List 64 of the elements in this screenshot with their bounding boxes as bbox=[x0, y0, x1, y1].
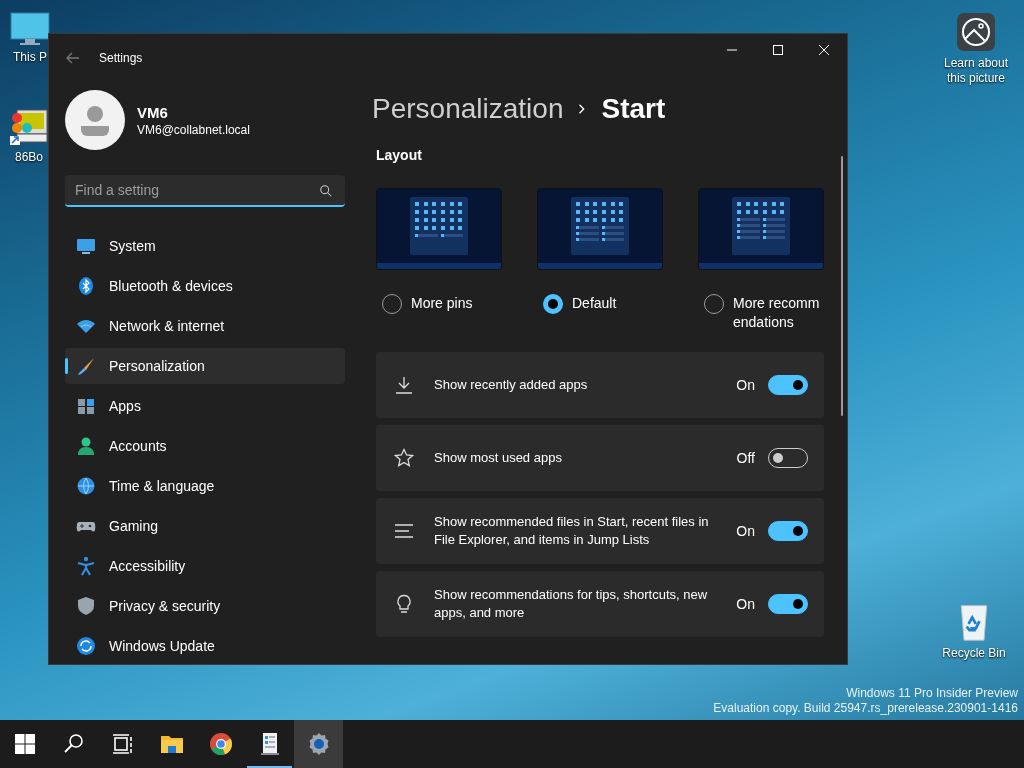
sidebar-item[interactable]: Accounts bbox=[65, 428, 345, 464]
sidebar-item[interactable]: System bbox=[65, 228, 345, 264]
setting-label: Show recommendations for tips, shortcuts, new apps, and more bbox=[434, 586, 709, 622]
download-icon bbox=[394, 375, 414, 395]
sidebar-item[interactable]: Personalization bbox=[65, 348, 345, 384]
settings-icon bbox=[306, 732, 331, 756]
layout-preview[interactable] bbox=[537, 188, 663, 270]
apps-grid-icon bbox=[76, 396, 96, 416]
sidebar-item[interactable]: Accessibility bbox=[65, 548, 345, 584]
sidebar-item[interactable]: Bluetooth & devices bbox=[65, 268, 345, 304]
person-icon bbox=[76, 436, 96, 456]
star-icon bbox=[394, 448, 414, 468]
radio-button[interactable] bbox=[543, 294, 563, 314]
scrollbar[interactable] bbox=[841, 156, 843, 416]
breadcrumb-parent[interactable]: Personalization bbox=[372, 93, 564, 125]
toggle-switch[interactable] bbox=[768, 375, 808, 395]
monitor-icon bbox=[76, 236, 96, 256]
app-shortcut-icon[interactable] bbox=[9, 106, 49, 146]
sidebar-item[interactable]: Time & language bbox=[65, 468, 345, 504]
watermark-text: Evaluation copy. Build 25947.rs_prerelease.230901-1416 bbox=[713, 701, 1018, 716]
user-email: VM6@collabnet.local bbox=[137, 122, 250, 137]
toggle-state-text: Off bbox=[736, 450, 755, 466]
sidebar-item[interactable]: Network & internet bbox=[65, 308, 345, 344]
avatar-icon bbox=[65, 90, 125, 150]
section-heading: Layout bbox=[376, 146, 423, 164]
task-view-icon bbox=[110, 732, 135, 756]
setting-label: Show most used apps bbox=[434, 449, 563, 467]
layout-preview[interactable] bbox=[376, 188, 502, 270]
radio-label[interactable]: More recommendations bbox=[733, 294, 824, 332]
lightbulb-icon bbox=[394, 594, 414, 614]
monitor-icon[interactable] bbox=[10, 12, 50, 46]
window-title: Settings bbox=[99, 51, 143, 65]
search-field[interactable]: Find a setting bbox=[65, 175, 345, 207]
back-arrow-icon[interactable] bbox=[65, 50, 81, 66]
lines-icon bbox=[394, 521, 414, 541]
bluetooth-icon bbox=[76, 276, 96, 296]
toggle-switch[interactable] bbox=[768, 594, 808, 614]
picture-info-icon[interactable] bbox=[956, 12, 996, 52]
toggle-state-text: On bbox=[736, 377, 755, 393]
watermark-text: Windows 11 Pro Insider Preview bbox=[846, 686, 1018, 701]
user-name: VM6 bbox=[137, 103, 169, 121]
sidebar-item[interactable]: Apps bbox=[65, 388, 345, 424]
sidebar-item[interactable]: Privacy & security bbox=[65, 588, 345, 624]
desktop-icon-label[interactable]: This P bbox=[13, 50, 47, 65]
windows-logo-icon bbox=[12, 732, 37, 756]
desktop-icon-label[interactable]: Learn about this picture bbox=[936, 56, 1016, 86]
browser-icon bbox=[208, 732, 233, 756]
accessibility-icon bbox=[76, 556, 96, 576]
sidebar-item[interactable]: Windows Update bbox=[65, 628, 345, 664]
radio-label[interactable]: More pins bbox=[411, 294, 473, 313]
radio-label[interactable]: Default bbox=[572, 294, 617, 313]
toggle-switch[interactable] bbox=[768, 521, 808, 541]
setting-label: Show recently added apps bbox=[434, 376, 589, 394]
layout-preview[interactable] bbox=[698, 188, 824, 270]
page-title: Start bbox=[601, 93, 666, 125]
toggle-state-text: On bbox=[736, 596, 755, 612]
toggle-state-text: On bbox=[736, 523, 755, 539]
setting-label: Show recommended files in Start, recent files in File Explorer, and items in Jump Lists bbox=[434, 513, 710, 549]
sidebar-item[interactable]: Gaming bbox=[65, 508, 345, 544]
sync-arrows-icon bbox=[76, 636, 96, 656]
shield-icon bbox=[76, 596, 96, 616]
desktop-icon-label[interactable]: 86Bo bbox=[15, 150, 43, 165]
desktop-icon-label[interactable]: Recycle Bin bbox=[942, 646, 1006, 661]
search-icon bbox=[319, 184, 333, 198]
